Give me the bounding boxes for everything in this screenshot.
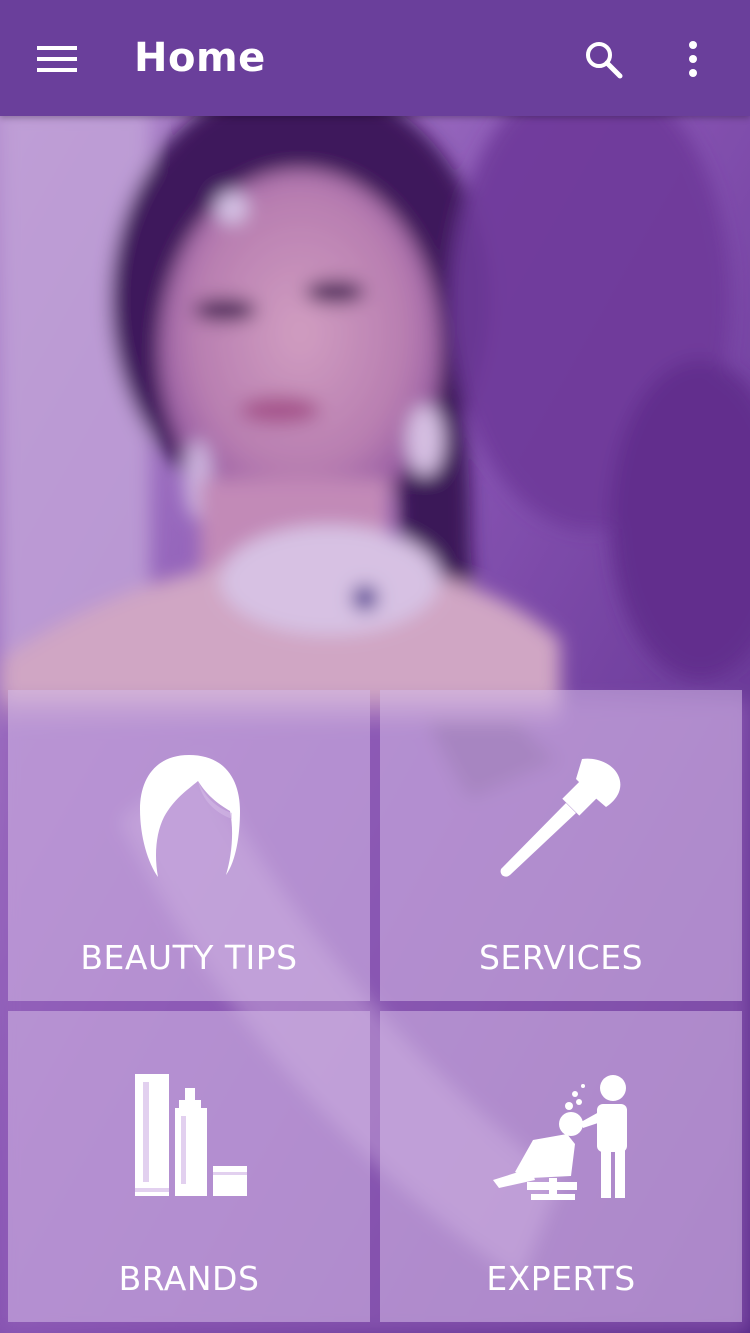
salon-chair-stylist-icon (380, 1067, 742, 1207)
hamburger-menu-icon (37, 46, 77, 72)
search-button[interactable] (566, 22, 640, 96)
more-vertical-icon (689, 41, 697, 77)
tile-experts[interactable]: EXPERTS (380, 1011, 742, 1322)
tile-brands[interactable]: BRANDS (8, 1011, 370, 1322)
more-options-button[interactable] (656, 22, 730, 96)
tile-experts-label: EXPERTS (486, 1259, 636, 1298)
category-grid: BEAUTY TIPS SERVICES BRANDS EXPERTS (8, 690, 742, 1323)
app-bar: Home (0, 0, 750, 116)
tile-brands-label: BRANDS (118, 1259, 260, 1298)
tile-services-label: SERVICES (478, 938, 644, 977)
menu-button[interactable] (20, 22, 94, 96)
tile-beauty-tips[interactable]: BEAUTY TIPS (8, 690, 370, 1001)
makeup-brush-icon (380, 746, 742, 886)
hair-icon (8, 746, 370, 886)
cosmetic-bottles-icon (8, 1067, 370, 1207)
tile-beauty-tips-label: BEAUTY TIPS (80, 938, 298, 977)
tile-services[interactable]: SERVICES (380, 690, 742, 1001)
page-title: Home (134, 35, 266, 81)
search-icon (586, 42, 623, 79)
